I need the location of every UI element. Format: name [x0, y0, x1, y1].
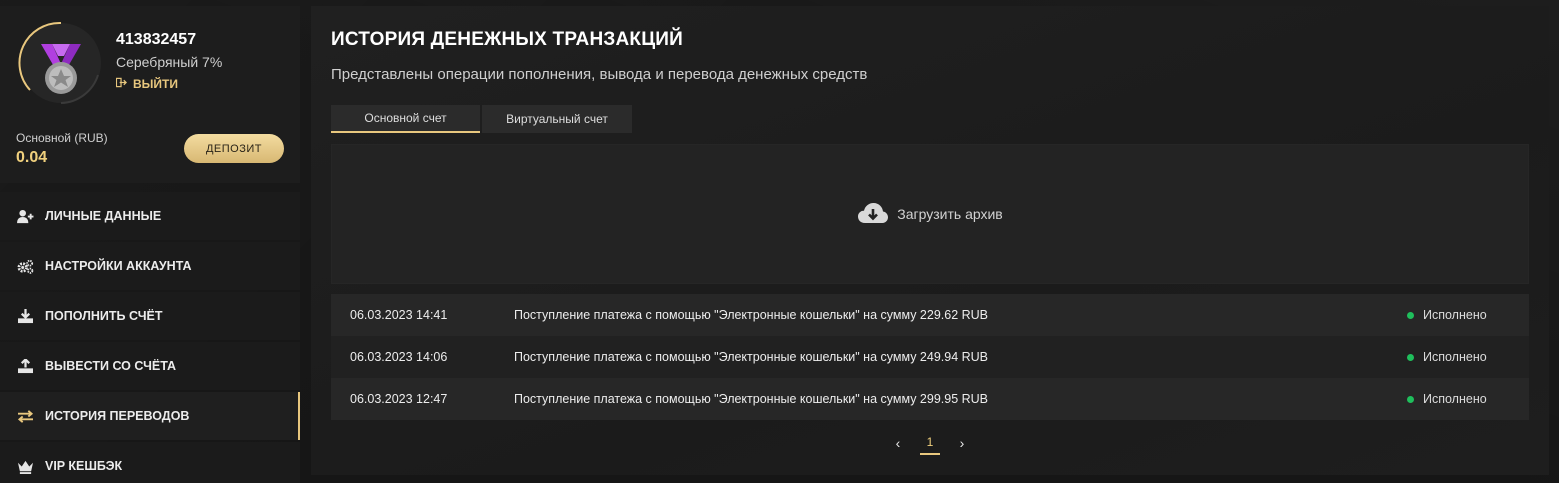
- upload-icon: [16, 358, 34, 374]
- logout-label: ВЫЙТИ: [133, 77, 178, 91]
- chevron-right-icon[interactable]: ›: [955, 435, 969, 451]
- user-plus-icon: [16, 208, 34, 224]
- user-id: 413832457: [116, 31, 197, 48]
- sidebar-menu: ЛИЧНЫЕ ДАННЫЕ НАСТРОЙКИ АККАУНТА ПОПОЛНИ…: [0, 192, 300, 483]
- page-number[interactable]: 1: [920, 431, 940, 455]
- status-label: Исполнено: [1423, 308, 1487, 322]
- status-dot-icon: [1407, 353, 1414, 361]
- page-title: ИСТОРИЯ ДЕНЕЖНЫХ ТРАНЗАКЦИЙ: [331, 29, 683, 50]
- sidebar-item-label: ВЫВЕСТИ СО СЧЁТА: [45, 359, 177, 373]
- table-row: 06.03.2023 14:06 Поступление платежа с п…: [331, 336, 1529, 378]
- sidebar-item-label: НАСТРОЙКИ АККАУНТА: [45, 259, 192, 273]
- status-dot-icon: [1407, 311, 1414, 319]
- status-dot-icon: [1407, 395, 1414, 403]
- logout-icon: [115, 77, 127, 91]
- table-row: 06.03.2023 14:41 Поступление платежа с п…: [331, 294, 1529, 336]
- transaction-description: Поступление платежа с помощью "Электронн…: [514, 350, 989, 364]
- pagination: ‹ 1 ›: [891, 429, 969, 457]
- page: 413832457 Серебряный 7% ВЫЙТИ Основной (…: [0, 0, 1559, 483]
- sidebar-item-transfer-history[interactable]: ИСТОРИЯ ПЕРЕВОДОВ: [0, 392, 300, 440]
- transaction-date: 06.03.2023 12:47: [350, 392, 448, 406]
- sidebar-item-personal-data[interactable]: ЛИЧНЫЕ ДАННЫЕ: [0, 192, 300, 240]
- sidebar-item-label: ИСТОРИЯ ПЕРЕВОДОВ: [45, 409, 190, 423]
- transaction-date: 06.03.2023 14:41: [350, 308, 448, 322]
- sidebar-item-account-settings[interactable]: НАСТРОЙКИ АККАУНТА: [0, 242, 300, 290]
- profile-card: 413832457 Серебряный 7% ВЫЙТИ Основной (…: [0, 6, 300, 183]
- transfer-arrows-icon: [16, 408, 34, 424]
- cloud-download-icon: [857, 201, 889, 228]
- gears-icon: [16, 258, 34, 274]
- sidebar-item-label: ЛИЧНЫЕ ДАННЫЕ: [45, 209, 162, 223]
- tab-main-account[interactable]: Основной счет: [331, 105, 480, 133]
- account-tabs: Основной счет Виртуальный счет: [331, 105, 632, 133]
- table-row: 06.03.2023 12:47 Поступление платежа с п…: [331, 378, 1529, 420]
- sidebar-item-withdraw[interactable]: ВЫВЕСТИ СО СЧЁТА: [0, 342, 300, 390]
- transactions-table: 06.03.2023 14:41 Поступление платежа с п…: [331, 294, 1529, 420]
- transaction-history-panel: ИСТОРИЯ ДЕНЕЖНЫХ ТРАНЗАКЦИЙ Представлены…: [311, 6, 1549, 475]
- page-subtitle: Представлены операции пополнения, вывода…: [331, 66, 868, 83]
- user-level: Серебряный 7%: [116, 54, 223, 70]
- chevron-left-icon[interactable]: ‹: [891, 435, 905, 451]
- sidebar-item-label: ПОПОЛНИТЬ СЧЁТ: [45, 309, 163, 323]
- balance-label: Основной (RUB): [16, 131, 108, 145]
- sidebar-item-vip-cashback[interactable]: VIP КЕШБЭК: [0, 442, 300, 483]
- download-archive-label: Загрузить архив: [897, 206, 1003, 222]
- status-badge: Исполнено: [1407, 392, 1529, 406]
- silver-medal-icon: [18, 20, 104, 106]
- transaction-date: 06.03.2023 14:06: [350, 350, 448, 364]
- logout-link[interactable]: ВЫЙТИ: [115, 77, 178, 91]
- transaction-description: Поступление платежа с помощью "Электронн…: [514, 308, 989, 322]
- deposit-button[interactable]: ДЕПОЗИТ: [184, 134, 284, 163]
- download-archive-button[interactable]: Загрузить архив: [331, 144, 1529, 284]
- balance-value: 0.04: [16, 149, 48, 166]
- sidebar-item-top-up[interactable]: ПОПОЛНИТЬ СЧЁТ: [0, 292, 300, 340]
- status-label: Исполнено: [1423, 350, 1487, 364]
- status-badge: Исполнено: [1407, 308, 1529, 322]
- sidebar-item-label: VIP КЕШБЭК: [45, 459, 123, 473]
- transaction-description: Поступление платежа с помощью "Электронн…: [514, 392, 989, 406]
- crown-icon: [16, 458, 34, 474]
- status-label: Исполнено: [1423, 392, 1487, 406]
- status-badge: Исполнено: [1407, 350, 1529, 364]
- download-icon: [16, 308, 34, 324]
- tab-virtual-account[interactable]: Виртуальный счет: [482, 105, 632, 133]
